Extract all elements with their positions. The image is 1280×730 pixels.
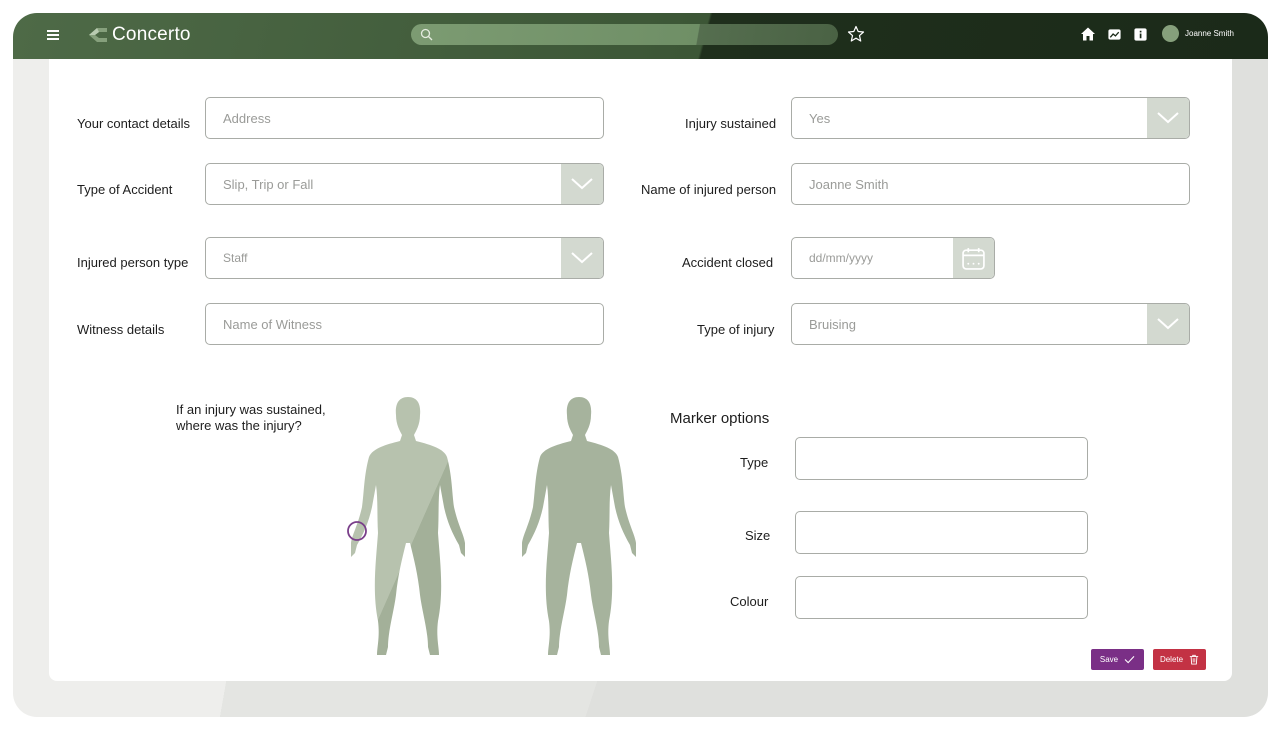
top-icon-group xyxy=(1080,26,1148,42)
chevron-down-icon[interactable] xyxy=(1147,304,1189,344)
info-icon[interactable] xyxy=(1132,26,1148,42)
marker-size-label: Size xyxy=(745,528,771,543)
date-placeholder: dd/mm/yyyy xyxy=(809,251,874,265)
save-button[interactable]: Save xyxy=(1091,649,1144,670)
injury-type-label: Type of injury xyxy=(697,322,775,337)
favorite-star-icon[interactable] xyxy=(847,25,865,43)
marker-size-field[interactable] xyxy=(795,511,1088,554)
concerto-logo-icon xyxy=(89,28,107,42)
accident-type-value: Slip, Trip or Fall xyxy=(223,177,314,192)
marker-colour-field[interactable] xyxy=(795,576,1088,619)
save-button-label: Save xyxy=(1099,655,1119,664)
person-type-value: Staff xyxy=(223,251,248,265)
injured-name-value: Joanne Smith xyxy=(809,177,889,192)
injury-type-select[interactable]: Bruising xyxy=(791,303,1190,345)
person-type-select[interactable]: Staff xyxy=(205,237,604,279)
marker-options-title: Marker options xyxy=(670,410,770,427)
calendar-icon[interactable] xyxy=(953,238,994,278)
accident-closed-label: Accident closed xyxy=(682,255,774,270)
witness-placeholder: Name of Witness xyxy=(223,317,322,332)
witness-label: Witness details xyxy=(77,322,165,337)
hamburger-menu-icon[interactable] xyxy=(47,28,59,42)
app-frame: Concerto Joanne Smith Your contact detai… xyxy=(13,13,1268,717)
marker-type-field[interactable] xyxy=(795,437,1088,480)
person-type-label: Injured person type xyxy=(77,255,189,270)
body-map-question-line-1: If an injury was sustained, xyxy=(176,402,326,417)
injury-sustained-label: Injury sustained xyxy=(685,116,777,131)
contact-details-label: Your contact details xyxy=(77,116,190,131)
injury-sustained-select[interactable]: Yes xyxy=(791,97,1190,139)
top-bar: Concerto Joanne Smith xyxy=(13,13,1268,59)
address-placeholder: Address xyxy=(223,111,271,126)
search-bar[interactable] xyxy=(411,24,838,45)
chevron-down-icon[interactable] xyxy=(561,238,603,278)
injury-sustained-value: Yes xyxy=(809,111,831,126)
body-back-figure[interactable] xyxy=(517,385,642,657)
accident-type-label: Type of Accident xyxy=(77,182,173,197)
witness-field[interactable]: Name of Witness xyxy=(205,303,604,345)
chevron-down-icon[interactable] xyxy=(1147,98,1189,138)
checkmark-icon xyxy=(1124,655,1135,664)
search-input[interactable] xyxy=(439,26,823,45)
injured-name-field[interactable]: Joanne Smith xyxy=(791,163,1190,205)
delete-button[interactable]: Delete xyxy=(1153,649,1206,670)
app-logo[interactable]: Concerto xyxy=(87,24,191,46)
incident-form-panel: Your contact details Address Type of Acc… xyxy=(49,59,1232,681)
injured-name-label: Name of injured person xyxy=(641,182,777,197)
body-front-figure[interactable] xyxy=(346,385,471,657)
body-map-question: If an injury was sustained, where was th… xyxy=(176,402,326,434)
injury-type-value: Bruising xyxy=(809,317,856,332)
body-map-question-line-2: where was the injury? xyxy=(176,418,302,433)
delete-button-label: Delete xyxy=(1159,655,1184,664)
avatar xyxy=(1162,25,1179,42)
chart-icon[interactable] xyxy=(1106,26,1122,42)
user-menu[interactable]: Joanne Smith xyxy=(1162,25,1234,42)
address-field[interactable]: Address xyxy=(205,97,604,139)
accident-closed-date-field[interactable]: dd/mm/yyyy xyxy=(791,237,995,279)
app-name: Concerto xyxy=(112,24,191,45)
accident-type-select[interactable]: Slip, Trip or Fall xyxy=(205,163,604,205)
marker-type-label: Type xyxy=(740,455,769,470)
search-icon xyxy=(420,28,433,41)
chevron-down-icon[interactable] xyxy=(561,164,603,204)
home-icon[interactable] xyxy=(1080,26,1096,42)
user-name: Joanne Smith xyxy=(1185,29,1234,38)
marker-colour-label: Colour xyxy=(730,594,769,609)
trash-icon xyxy=(1189,654,1199,665)
